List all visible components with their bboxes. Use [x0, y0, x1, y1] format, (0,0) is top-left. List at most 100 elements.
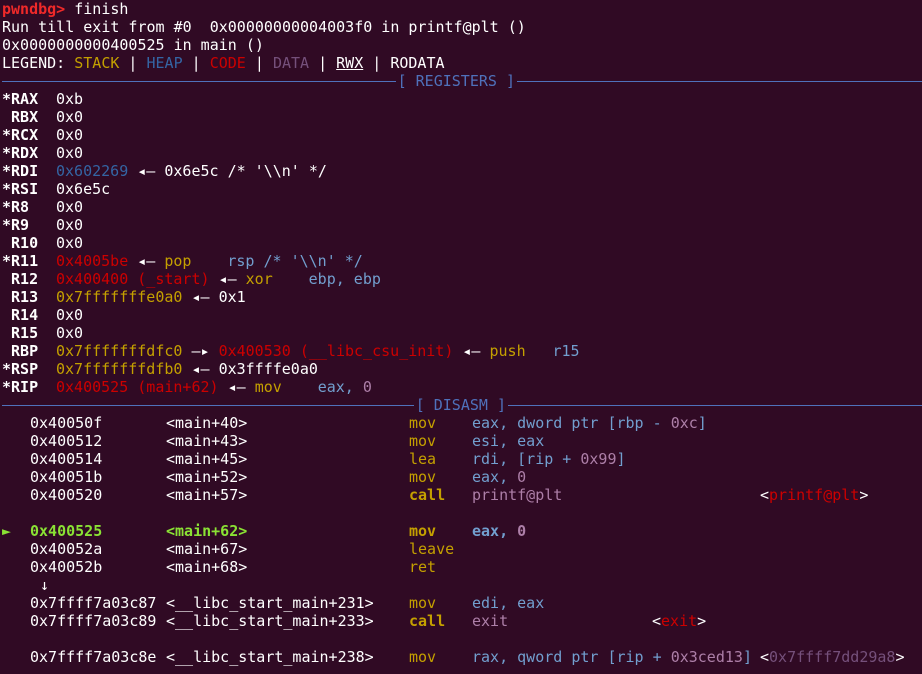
disasm-address: 0x400520: [30, 486, 103, 504]
arrow-left-icon: ◂—: [453, 342, 490, 360]
instruction-operand: r15: [552, 342, 580, 360]
disasm-mnemonic: ret: [409, 558, 437, 576]
disasm-symbol: <__libc_start_main+231>: [166, 594, 374, 612]
register-value: 0x7fffffffe0a0: [56, 288, 183, 306]
legend-separator: |: [119, 54, 147, 72]
disasm-operand: edi, eax: [472, 594, 545, 612]
register-row: RBX 0x0: [2, 108, 922, 126]
register-name: *RCX: [2, 126, 39, 144]
register-deref: 0x1: [218, 288, 246, 306]
register-name: R12: [2, 270, 39, 288]
instruction-mnemonic: pop: [164, 252, 192, 270]
register-value: 0x0: [56, 234, 84, 252]
register-row: R10 0x0: [2, 234, 922, 252]
disasm-immediate: 0xc: [670, 414, 698, 432]
disasm-operand: ]: [697, 414, 707, 432]
disasm-immediate: 0x3ced13: [670, 648, 743, 666]
register-name: R10: [2, 234, 39, 252]
disasm-call-target: exit: [472, 612, 509, 630]
disasm-symbol: <__libc_start_main+233>: [166, 612, 374, 630]
register-name: RBX: [2, 108, 39, 126]
instruction-immediate: 0: [362, 378, 372, 396]
register-row: *RAX 0xb: [2, 90, 922, 108]
register-value: 0x400400 (_start): [56, 270, 210, 288]
annotation-symbol: printf@plt: [769, 486, 860, 504]
disasm-immediate: 0x99: [580, 450, 617, 468]
register-row: *R11 0x4005be ◂— pop rsp /* '\\n' */: [2, 252, 922, 270]
register-value: 0x0: [56, 306, 84, 324]
register-name: *R8: [2, 198, 30, 216]
registers-header: [ REGISTERS ]: [2, 72, 922, 90]
output-line: 0x0000000000400525 in main (): [2, 36, 264, 54]
register-value: 0x7fffffffdfb0: [56, 360, 183, 378]
disasm-symbol: <main+62>: [166, 522, 248, 540]
disasm-symbol: <main+45>: [166, 450, 248, 468]
legend-line: LEGEND: STACK | HEAP | CODE | DATA | RWX…: [2, 54, 922, 72]
register-value: 0x0: [56, 198, 84, 216]
register-name: *RIP: [2, 378, 39, 396]
terminal-window[interactable]: pwndbg> finish Run till exit from #0 0x0…: [0, 0, 922, 674]
legend-separator: |: [182, 54, 210, 72]
register-name: *RSP: [2, 360, 39, 378]
disasm-address: 0x400512: [30, 432, 103, 450]
register-deref: 0x6e5c /* '\\n' */: [164, 162, 327, 180]
disasm-symbol: <main+40>: [166, 414, 248, 432]
disasm-operand: eax, dword ptr [rbp -: [472, 414, 671, 432]
register-row: RBP 0x7fffffffdfc0 —▸ 0x400530 (__libc_cs…: [2, 342, 922, 360]
annotation-bracket: >: [697, 612, 707, 630]
disasm-mnemonic: call: [409, 612, 446, 630]
arrow-left-icon: ◂—: [209, 270, 246, 288]
annotation-symbol: exit: [661, 612, 698, 630]
disasm-row: 0x40052a <main+67> leave: [2, 540, 922, 558]
pointer-annotation: <0x7ffff7dd29a8>: [760, 648, 905, 666]
register-row: *R9 0x0: [2, 216, 922, 234]
register-name: *RAX: [2, 90, 39, 108]
register-value: 0x7fffffffdfc0: [56, 342, 183, 360]
disasm-mnemonic: lea: [409, 450, 437, 468]
legend-separator: |: [363, 54, 391, 72]
disasm-address: 0x7ffff7a03c87: [30, 594, 157, 612]
jump-line: ↓: [2, 576, 922, 594]
register-value: 0x0: [56, 144, 84, 162]
register-row: *RCX 0x0: [2, 126, 922, 144]
register-name: *RDI: [2, 162, 39, 180]
disasm-mnemonic: mov: [409, 648, 437, 666]
arrow-left-icon: ◂—: [182, 360, 219, 378]
disasm-symbol: <main+52>: [166, 468, 248, 486]
register-value: 0x0: [56, 216, 84, 234]
arrow-left-icon: ◂—: [182, 288, 219, 306]
register-row: *RIP 0x400525 (main+62) ◂— mov eax, 0: [2, 378, 922, 396]
register-name: *R11: [2, 252, 39, 270]
legend-rwx: RWX: [336, 54, 364, 72]
instruction-mnemonic: push: [489, 342, 526, 360]
output-line: Run till exit from #0 0x00000000004003f0…: [2, 18, 526, 36]
disasm-operand: rax, qword ptr [rip +: [472, 648, 671, 666]
command-line: pwndbg> finish: [2, 0, 922, 18]
legend-data: DATA: [272, 54, 310, 72]
register-deref: 0x3ffffe0a0: [218, 360, 318, 378]
disasm-symbol: <main+43>: [166, 432, 248, 450]
register-row: *RSP 0x7fffffffdfb0 ◂— 0x3ffffe0a0: [2, 360, 922, 378]
disasm-row: 0x400514 <main+45> lea rdi, [rip + 0x99]: [2, 450, 922, 468]
call-annotation: <exit>: [652, 612, 706, 630]
register-name: R15: [2, 324, 39, 342]
disasm-row: 0x400520 <main+57> call printf@plt <printf@p…: [2, 486, 922, 504]
annotation-bracket: >: [895, 648, 905, 666]
disasm-symbol: <main+68>: [166, 558, 248, 576]
disasm-immediate: 0: [517, 468, 527, 486]
disasm-row: 0x7ffff7a03c87 <__libc_start_main+231> mov…: [2, 594, 922, 612]
disasm-operand: eax,: [472, 468, 518, 486]
disasm-row: 0x400512 <main+43> mov esi, eax: [2, 432, 922, 450]
disasm-mnemonic: leave: [409, 540, 455, 558]
disasm-row: 0x40051b <main+52> mov eax, 0: [2, 468, 922, 486]
divider: [2, 80, 396, 82]
disasm-mnemonic: mov: [409, 414, 437, 432]
arrow-left-icon: ◂—: [128, 252, 165, 270]
register-value: 0x6e5c: [56, 180, 111, 198]
register-name: *RSI: [2, 180, 39, 198]
instruction-mnemonic: mov: [254, 378, 282, 396]
register-name: *RDX: [2, 144, 39, 162]
disasm-address: 0x7ffff7a03c89: [30, 612, 157, 630]
disasm-address: 0x40051b: [30, 468, 103, 486]
register-row: R13 0x7fffffffe0a0 ◂— 0x1: [2, 288, 922, 306]
